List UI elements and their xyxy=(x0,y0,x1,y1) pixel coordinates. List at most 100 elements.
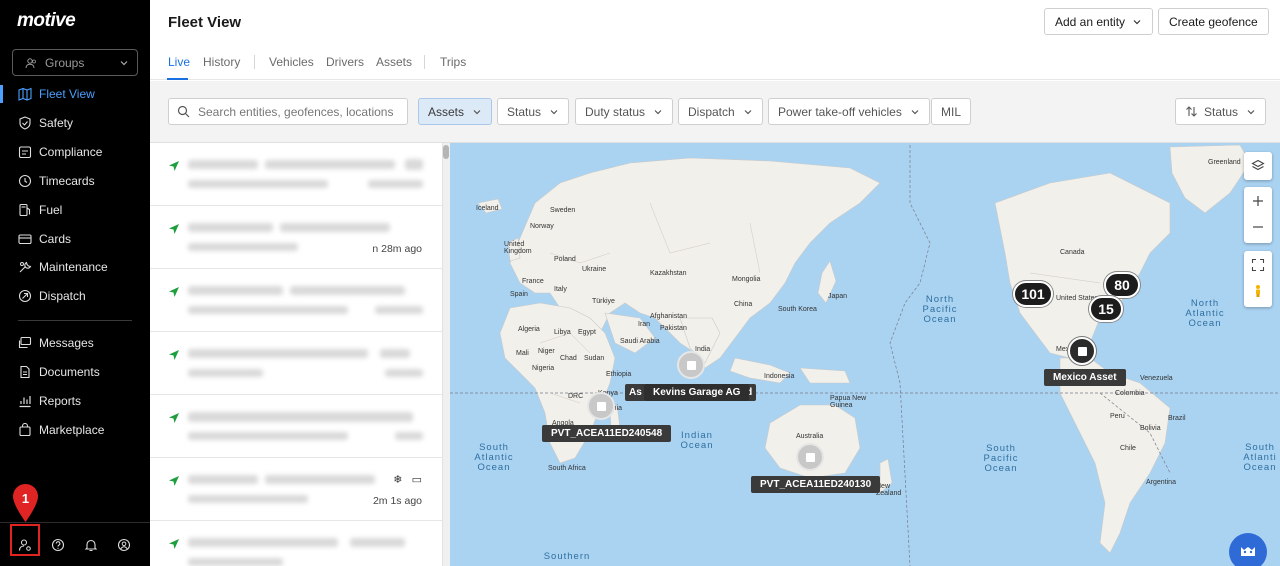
shield-icon xyxy=(19,116,31,130)
create-geofence-button[interactable]: Create geofence xyxy=(1158,8,1269,35)
sidebar-item-fuel[interactable]: Fuel xyxy=(0,199,150,221)
filter-assets[interactable]: Assets xyxy=(418,98,493,125)
asset-tag[interactable]: As xyxy=(625,384,646,401)
map-label: Nigeria xyxy=(532,365,555,372)
bell-icon[interactable] xyxy=(84,538,98,552)
chat-support-button[interactable] xyxy=(1229,533,1267,566)
cluster-marker[interactable]: 101 xyxy=(1013,281,1053,307)
list-item[interactable] xyxy=(150,332,442,395)
asset-tag[interactable]: Kevins Garage AG xyxy=(644,384,750,401)
map-label: Colombia xyxy=(1115,390,1145,397)
filter-duty-status[interactable]: Duty status xyxy=(575,98,674,125)
zoom-in-icon[interactable] xyxy=(1251,194,1265,208)
asset-marker[interactable] xyxy=(677,351,705,379)
sidebar-item-compliance[interactable]: Compliance xyxy=(0,141,150,163)
map-zoom-controls xyxy=(1244,187,1272,243)
filter-mil[interactable]: MIL xyxy=(931,98,972,125)
cluster-marker[interactable]: 80 xyxy=(1104,272,1140,298)
sort-label: Status xyxy=(1204,104,1239,119)
filter-dispatch[interactable]: Dispatch xyxy=(678,98,763,125)
wrench-icon xyxy=(19,261,32,273)
sidebar-item-label: Dispatch xyxy=(39,289,86,303)
tab-assets[interactable]: Assets xyxy=(376,55,412,69)
sidebar-item-messages[interactable]: Messages xyxy=(0,332,150,354)
chevron-down-icon xyxy=(120,61,128,66)
asset-tag[interactable]: PVT_ACEA11ED240130 xyxy=(751,476,881,493)
fleet-map[interactable]: Greenland Iceland Sweden Norway United K… xyxy=(450,143,1280,566)
tab-drivers[interactable]: Drivers xyxy=(326,55,364,69)
map-layers-button[interactable] xyxy=(1244,152,1272,180)
bag-icon xyxy=(19,423,31,437)
filter-power-take-off[interactable]: Power take-off vehicles xyxy=(768,98,930,125)
tab-vehicles[interactable]: Vehicles xyxy=(269,55,314,69)
list-item[interactable] xyxy=(150,269,442,332)
support-bot-icon xyxy=(1241,547,1255,556)
fullscreen-icon[interactable] xyxy=(1251,258,1265,272)
asset-tag[interactable]: Mexico Asset xyxy=(1044,369,1126,386)
asset-tag[interactable]: PVT_ACEA11ED240548 xyxy=(542,425,672,442)
map-label: Iceland xyxy=(476,205,499,212)
chevron-down-icon xyxy=(1247,109,1255,114)
map-label: Bolivia xyxy=(1140,425,1161,432)
ocean-label-text: North Atlantic Ocean xyxy=(1185,298,1225,329)
sidebar-item-safety[interactable]: Safety xyxy=(0,112,150,134)
map-label: Chad xyxy=(560,355,577,362)
list-item[interactable]: n 28m ago xyxy=(150,206,442,269)
map-label: DRC xyxy=(568,393,584,400)
map-icon xyxy=(18,87,32,101)
sidebar-item-marketplace[interactable]: Marketplace xyxy=(0,419,150,441)
asset-marker[interactable] xyxy=(1068,337,1096,365)
redacted-text xyxy=(188,432,348,440)
list-scrollbar[interactable] xyxy=(442,143,450,566)
sidebar-item-timecards[interactable]: Timecards xyxy=(0,170,150,192)
ocean-label: Southern xyxy=(542,552,592,562)
ocean-label-text: North Pacific Ocean xyxy=(922,294,958,325)
list-item[interactable] xyxy=(150,521,442,566)
redacted-text xyxy=(385,369,423,377)
map-label: Chile xyxy=(1120,445,1136,452)
list-item[interactable] xyxy=(150,143,442,206)
sidebar-item-dispatch[interactable]: Dispatch xyxy=(0,285,150,307)
map-label: Norway xyxy=(530,223,554,230)
list-scrollbar-thumb[interactable] xyxy=(443,145,449,159)
cluster-marker[interactable]: 15 xyxy=(1089,296,1123,322)
sidebar-item-label: Compliance xyxy=(39,145,103,159)
chevron-down-icon xyxy=(911,109,919,114)
location-arrow-icon xyxy=(169,224,179,234)
asset-marker[interactable] xyxy=(796,443,824,471)
help-icon[interactable] xyxy=(51,538,65,552)
tab-history[interactable]: History xyxy=(203,55,240,69)
list-item[interactable] xyxy=(150,395,442,458)
sidebar-item-reports[interactable]: Reports xyxy=(0,390,150,412)
zoom-out-icon[interactable] xyxy=(1251,220,1265,234)
motive-logo[interactable]: motive xyxy=(17,10,76,32)
sidebar-item-cards[interactable]: Cards xyxy=(0,228,150,250)
add-entity-button[interactable]: Add an entity xyxy=(1044,8,1154,35)
filter-status[interactable]: Status xyxy=(497,98,570,125)
search-placeholder: Search entities, geofences, locations xyxy=(198,104,394,119)
map-label: Saudi Arabia xyxy=(620,338,660,345)
map-label: Niger xyxy=(538,348,555,355)
account-icon[interactable] xyxy=(117,538,131,552)
sidebar-item-documents[interactable]: Documents xyxy=(0,361,150,383)
location-arrow-icon xyxy=(169,350,179,360)
sidebar-item-fleet-view[interactable]: Fleet View xyxy=(0,83,150,105)
tab-trips[interactable]: Trips xyxy=(440,55,466,69)
map-label: Indonesia xyxy=(764,373,795,380)
search-input[interactable]: Search entities, geofences, locations xyxy=(168,98,408,125)
redacted-text xyxy=(188,286,283,295)
dispatch-icon xyxy=(18,289,32,303)
sidebar-item-label: Safety xyxy=(39,116,74,130)
sidebar-item-maintenance[interactable]: Maintenance xyxy=(0,256,150,278)
stop-square-icon xyxy=(596,401,606,411)
groups-dropdown[interactable]: Groups xyxy=(12,49,138,76)
entity-list: n 28m ago ❄ ▭ 2m 1s ago xyxy=(150,143,442,566)
list-item[interactable]: ❄ ▭ 2m 1s ago xyxy=(150,458,442,521)
redacted-text xyxy=(290,286,405,295)
map-view-controls xyxy=(1244,251,1272,307)
sort-status-button[interactable]: Status xyxy=(1175,98,1267,125)
tab-live[interactable]: Live xyxy=(168,55,190,69)
street-view-pegman-icon[interactable] xyxy=(1251,284,1265,298)
map-label: Poland xyxy=(554,256,576,263)
asset-marker[interactable] xyxy=(587,392,615,420)
